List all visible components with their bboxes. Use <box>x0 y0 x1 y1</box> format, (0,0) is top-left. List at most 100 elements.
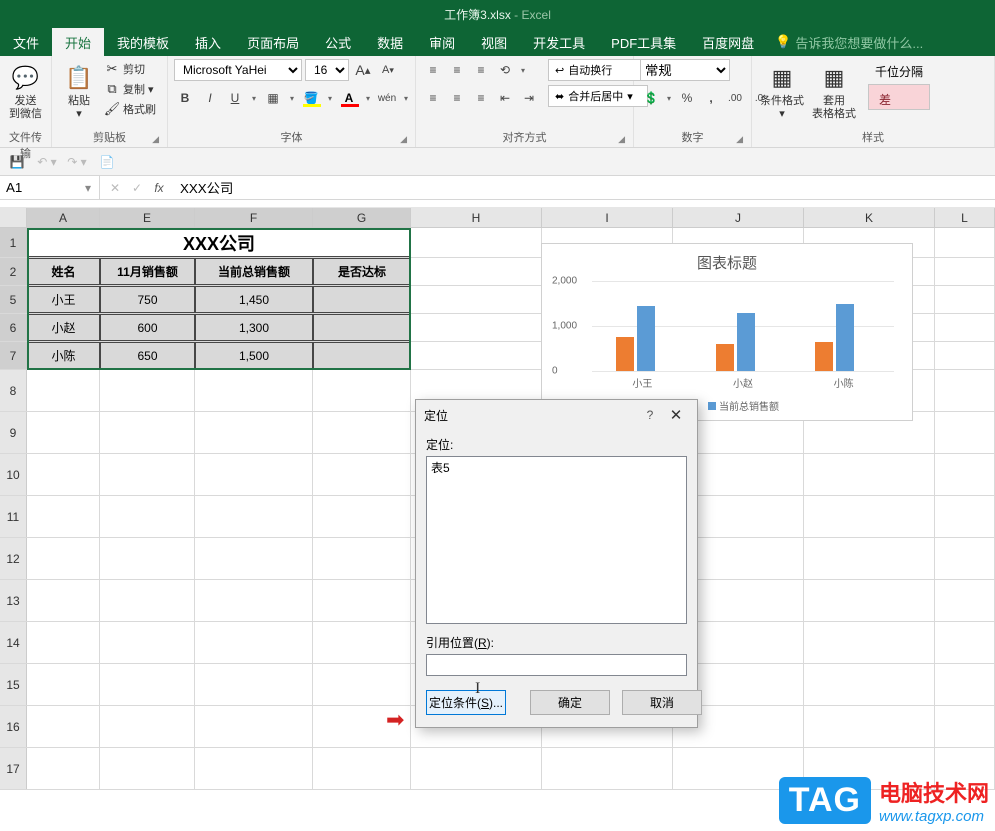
cell[interactable] <box>804 496 935 537</box>
dialog-goto-list[interactable]: 表5 <box>426 456 687 624</box>
cell[interactable]: 当前总销售额 <box>195 258 313 285</box>
cell-style-bad[interactable]: 差 <box>868 84 930 110</box>
tab-data[interactable]: 数据 <box>364 28 416 56</box>
cell[interactable] <box>935 496 995 537</box>
cell[interactable] <box>411 342 542 369</box>
cell[interactable] <box>804 664 935 705</box>
tell-me-search[interactable]: 💡 告诉我您想要做什么... <box>775 28 923 56</box>
align-launcher-icon[interactable]: ◢ <box>618 134 625 145</box>
row-header[interactable]: 1 <box>0 228 27 257</box>
row-header[interactable]: 12 <box>0 538 27 579</box>
cell[interactable] <box>935 258 995 285</box>
dialog-cancel-button[interactable]: 取消 <box>622 690 702 715</box>
cell[interactable] <box>100 580 195 621</box>
row-header[interactable]: 5 <box>0 286 27 313</box>
cell[interactable] <box>411 258 542 285</box>
fill-color-button[interactable]: 🪣 <box>300 87 322 109</box>
cell[interactable] <box>27 412 100 453</box>
merge-center-button[interactable]: ⬌合并后居中 ▾ <box>548 85 648 107</box>
cell[interactable] <box>411 314 542 341</box>
row-header[interactable]: 15 <box>0 664 27 705</box>
cell[interactable] <box>195 622 313 663</box>
cell[interactable] <box>935 370 995 411</box>
tab-review[interactable]: 审阅 <box>416 28 468 56</box>
cell[interactable] <box>100 664 195 705</box>
increase-font-button[interactable]: A▴ <box>352 59 374 81</box>
cell[interactable] <box>195 706 313 747</box>
decrease-indent-button[interactable]: ⇤ <box>494 87 516 109</box>
column-header[interactable]: G <box>313 208 411 227</box>
row-header[interactable]: 9 <box>0 412 27 453</box>
align-middle-button[interactable]: ≡ <box>446 59 468 81</box>
cell[interactable]: 是否达标 <box>313 258 411 285</box>
cell[interactable] <box>935 412 995 453</box>
cell[interactable] <box>100 454 195 495</box>
cell[interactable] <box>804 454 935 495</box>
fx-icon[interactable]: fx <box>148 181 170 195</box>
row-header[interactable]: 6 <box>0 314 27 341</box>
tab-baidu[interactable]: 百度网盘 <box>689 28 767 56</box>
align-left-button[interactable]: ≡ <box>422 87 444 109</box>
tab-view[interactable]: 视图 <box>468 28 520 56</box>
column-header[interactable]: A <box>27 208 100 227</box>
row-header[interactable]: 14 <box>0 622 27 663</box>
wrap-text-button[interactable]: ↩自动换行 <box>548 59 648 81</box>
copy-button[interactable]: ⧉复制 ▾ <box>104 81 156 97</box>
cell[interactable] <box>313 664 411 705</box>
cell[interactable] <box>313 286 411 313</box>
cell[interactable] <box>313 748 411 789</box>
cell[interactable] <box>195 664 313 705</box>
tab-pdf[interactable]: PDF工具集 <box>598 28 689 56</box>
borders-button[interactable]: ▦ <box>262 87 284 109</box>
cell[interactable]: 小王 <box>27 286 100 313</box>
cell[interactable] <box>100 622 195 663</box>
cell[interactable] <box>313 342 411 369</box>
cell[interactable] <box>804 580 935 621</box>
column-header[interactable]: F <box>195 208 313 227</box>
orientation-button[interactable]: ⟲ <box>494 59 516 81</box>
table-title-cell[interactable]: XXX公司 <box>27 228 411 257</box>
cell[interactable] <box>27 664 100 705</box>
confirm-formula-icon[interactable]: ✓ <box>126 181 148 195</box>
cell[interactable]: 1,500 <box>195 342 313 369</box>
cell[interactable] <box>411 286 542 313</box>
tab-pagelayout[interactable]: 页面布局 <box>234 28 312 56</box>
cell[interactable] <box>195 580 313 621</box>
dialog-ok-button[interactable]: 确定 <box>530 690 610 715</box>
cell[interactable] <box>935 664 995 705</box>
number-format-select[interactable]: 常规 <box>640 59 730 81</box>
row-header[interactable]: 7 <box>0 342 27 369</box>
cell[interactable]: 1,300 <box>195 314 313 341</box>
conditional-formatting-button[interactable]: ▦ 条件格式▾ <box>758 59 806 121</box>
cell[interactable] <box>935 538 995 579</box>
cell[interactable]: 750 <box>100 286 195 313</box>
redo-button[interactable]: ↷ ▾ <box>66 151 88 173</box>
bold-button[interactable]: B <box>174 87 196 109</box>
cell[interactable] <box>935 622 995 663</box>
decrease-font-button[interactable]: A▾ <box>377 59 399 81</box>
tab-home[interactable]: 开始 <box>52 28 104 56</box>
cell[interactable] <box>27 580 100 621</box>
wechat-send-button[interactable]: 💬 发送 到微信 <box>6 59 45 121</box>
accounting-format-button[interactable]: 💲 <box>640 87 662 109</box>
name-box[interactable]: ▾ <box>0 176 100 199</box>
cell[interactable] <box>100 412 195 453</box>
tab-insert[interactable]: 插入 <box>182 28 234 56</box>
cell[interactable] <box>313 314 411 341</box>
column-header[interactable]: I <box>542 208 673 227</box>
column-header[interactable]: L <box>935 208 995 227</box>
cell[interactable] <box>804 538 935 579</box>
cell[interactable]: 1,450 <box>195 286 313 313</box>
name-box-dropdown-icon[interactable]: ▾ <box>78 181 98 195</box>
increase-decimal-button[interactable]: .00 <box>724 87 746 109</box>
clipboard-launcher-icon[interactable]: ◢ <box>152 134 159 145</box>
cell[interactable] <box>100 748 195 789</box>
cut-button[interactable]: ✂剪切 <box>104 61 156 77</box>
underline-button[interactable]: U <box>224 87 246 109</box>
cell[interactable] <box>100 538 195 579</box>
embedded-chart[interactable]: 图表标题 01,0002,000小王小赵小陈额当前总销售额 <box>541 243 913 421</box>
increase-indent-button[interactable]: ⇥ <box>518 87 540 109</box>
percent-button[interactable]: % <box>676 87 698 109</box>
cell[interactable] <box>100 706 195 747</box>
cell[interactable]: 小陈 <box>27 342 100 369</box>
